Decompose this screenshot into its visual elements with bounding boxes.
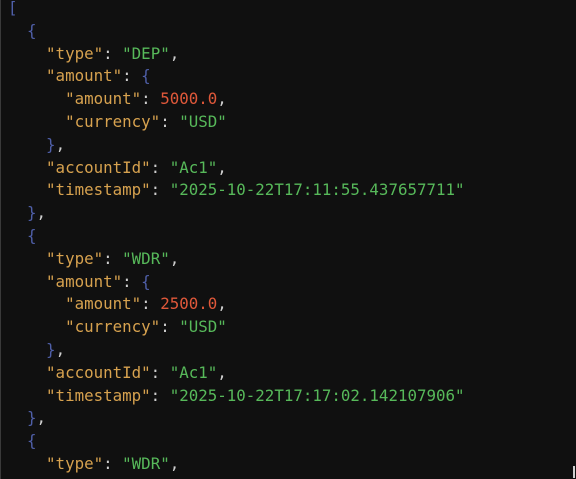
json-key: "amount" (46, 271, 123, 291)
json-key: "type" (46, 43, 104, 63)
code-line: }, (27, 203, 47, 223)
code-line: "accountId": "Ac1", (46, 157, 227, 177)
code-line: "currency": "USD" (65, 111, 227, 131)
code-line: "currency": "USD" (65, 317, 227, 337)
json-viewer-pane[interactable]: [ { "type": "DEP", "amount": { "amount":… (0, 0, 576, 479)
json-key: "amount" (65, 294, 142, 314)
json-key: "accountId" (46, 157, 151, 177)
json-string-value: "2025-10-22T17:11:55.437657711" (169, 180, 465, 200)
object-open-brace: { (141, 271, 151, 291)
record-open-brace: { (27, 225, 37, 245)
text-cursor-icon (573, 466, 575, 478)
json-string-value: "Ac1" (169, 157, 218, 177)
code-line: "amount": { (46, 66, 151, 86)
record-close-brace: } (27, 203, 37, 223)
code-line: { (8, 225, 465, 248)
code-line: { (8, 430, 465, 453)
code-line: [ (8, 0, 465, 20)
json-string-value: "Ac1" (169, 362, 218, 382)
json-key: "timestamp" (46, 180, 151, 200)
json-key: "amount" (65, 89, 142, 109)
json-number-value: 5000.0 (160, 89, 218, 109)
json-key: "type" (46, 248, 104, 268)
code-line: "accountId": "Ac1", (46, 362, 227, 382)
code-line: "amount": 5000.0, (65, 89, 227, 109)
json-code-block: [ { "type": "DEP", "amount": { "amount":… (8, 0, 465, 476)
json-key: "currency" (65, 111, 161, 131)
code-line: "type": "WDR", (46, 248, 180, 268)
object-open-brace: { (141, 66, 151, 86)
code-line: "type": "DEP", (46, 43, 180, 63)
json-key: "type" (46, 453, 104, 473)
code-line: }, (46, 339, 66, 359)
code-line: }, (46, 134, 66, 154)
json-string-value: "USD" (179, 317, 227, 337)
code-line: "amount": 2500.0, (65, 294, 227, 314)
json-key: "amount" (46, 66, 123, 86)
object-close-brace: } (46, 339, 56, 359)
object-close-brace: } (46, 134, 56, 154)
record-open-brace: { (27, 431, 37, 451)
code-line: "type": "WDR", (46, 453, 180, 473)
code-line: "timestamp": "2025-10-22T17:11:55.437657… (46, 180, 465, 200)
json-key: "currency" (65, 317, 161, 337)
json-string-value: "USD" (179, 111, 227, 131)
record-open-brace: { (27, 20, 37, 40)
code-line: "amount": { (46, 271, 151, 291)
code-line: }, (27, 408, 47, 428)
record-close-brace: } (27, 408, 37, 428)
json-number-value: 2500.0 (160, 294, 218, 314)
code-line: { (8, 20, 465, 43)
json-string-value: "2025-10-22T17:17:02.142107906" (169, 385, 465, 405)
json-string-value: "DEP" (122, 43, 170, 63)
json-key: "accountId" (46, 362, 151, 382)
json-string-value: "WDR" (122, 453, 170, 473)
json-string-value: "WDR" (122, 248, 170, 268)
code-line: "timestamp": "2025-10-22T17:17:02.142107… (46, 385, 465, 405)
json-key: "timestamp" (46, 385, 151, 405)
array-open-bracket: [ (8, 0, 18, 17)
